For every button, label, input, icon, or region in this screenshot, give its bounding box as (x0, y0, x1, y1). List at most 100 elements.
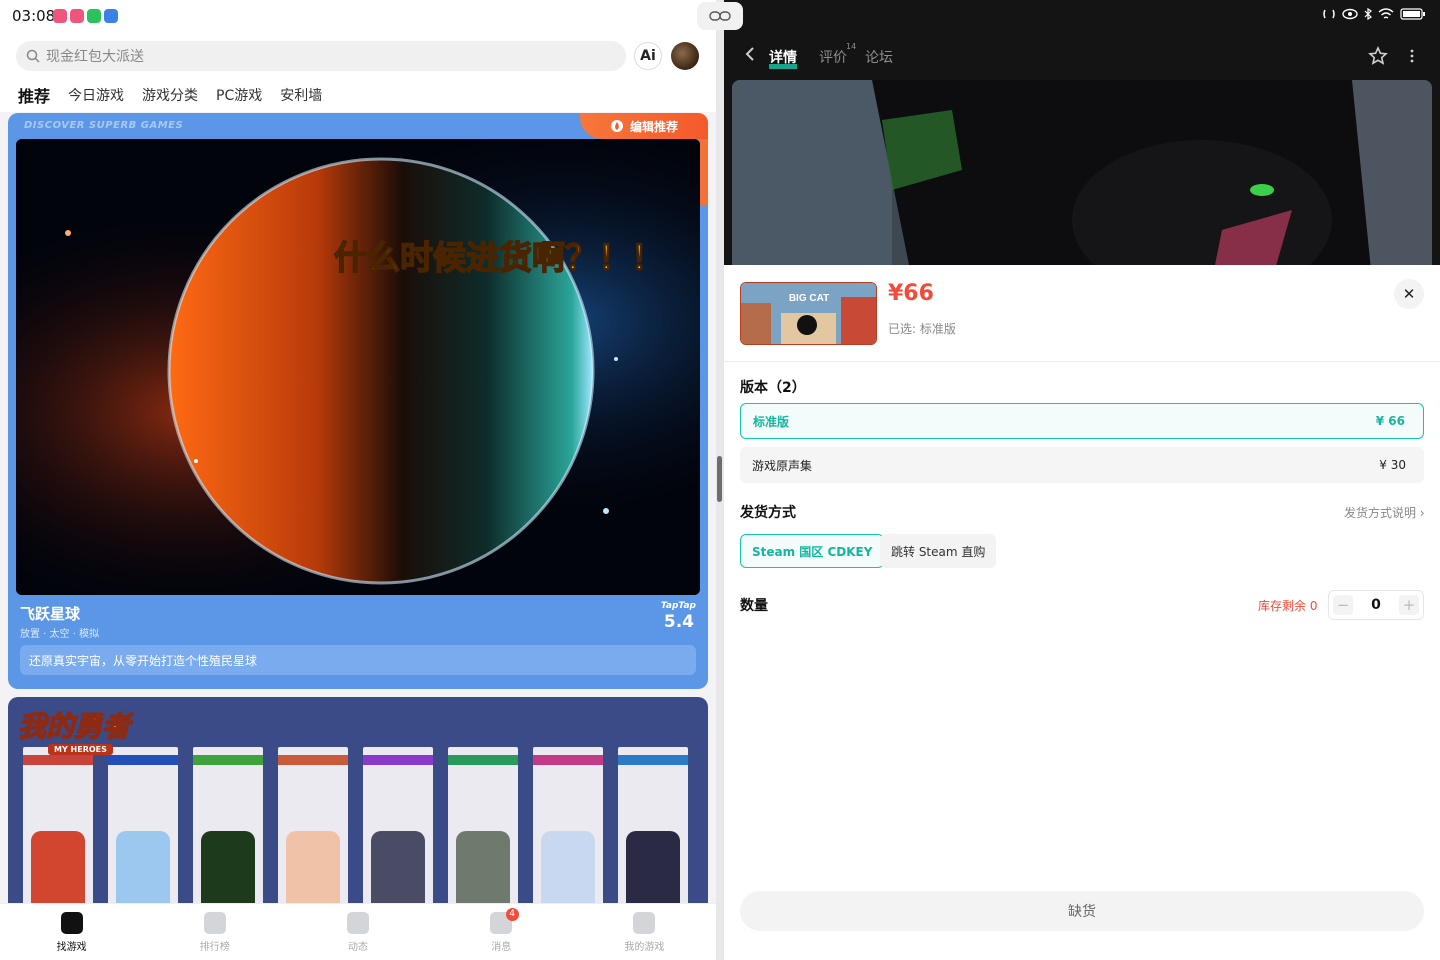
nav-label: 找游戏 (56, 942, 87, 953)
hero-portrait (193, 747, 263, 917)
taptap-icon (60, 912, 83, 934)
tab-reviews[interactable]: 评价 (819, 47, 847, 67)
favorite-star-icon[interactable] (1368, 46, 1388, 66)
app-notification-icon (70, 9, 84, 23)
hero-portrait (618, 747, 688, 917)
divider (724, 361, 1440, 362)
tab-details[interactable]: 详情 (769, 47, 797, 69)
game-notification-icon (104, 9, 118, 23)
nav-my-games[interactable]: 我的游戏 (573, 904, 716, 960)
nav-label: 动态 (348, 942, 368, 953)
tab-forum[interactable]: 论坛 (865, 47, 893, 67)
badge-ribbon (700, 139, 708, 205)
editor-pick-label: 编辑推荐 (629, 119, 678, 134)
back-icon[interactable] (744, 47, 758, 61)
detail-nav: 详情 评价 14 论坛 (724, 38, 1440, 74)
nav-label: 排行榜 (199, 942, 230, 953)
game-detail-header: 详情 评价 14 论坛 (724, 0, 1440, 265)
tab-game-categories[interactable]: 游戏分类 (142, 85, 198, 105)
featured-kicker: DISCOVER SUPERB GAMES (24, 120, 184, 131)
delivery-help-label: 发货方式说明 (1344, 506, 1417, 520)
my-heroes-logo-sub: MY HEROES (48, 744, 113, 755)
delivery-help-link[interactable]: 发货方式说明 › (1344, 504, 1425, 521)
stock-remaining: 库存剩余 0 (1258, 599, 1318, 613)
nav-label: 消息 (491, 942, 512, 953)
quantity-section-title: 数量 (740, 598, 768, 614)
delivery-section-title: 发货方式 (740, 505, 796, 521)
nav-feed[interactable]: 动态 (286, 904, 429, 960)
ranking-icon (203, 912, 226, 934)
game-title: 飞跃星球 (20, 605, 81, 623)
my-heroes-card[interactable]: 我的勇者 MY HEROES (8, 697, 708, 927)
divider-handle[interactable] (717, 456, 722, 502)
avatar[interactable] (671, 42, 699, 70)
nav-label: 我的游戏 (624, 942, 665, 953)
delivery-option-steam-direct[interactable]: 跳转 Steam 直购 (880, 534, 997, 568)
trailer-frame (732, 80, 1432, 265)
status-icons (1322, 8, 1426, 20)
message-badge: 4 (505, 908, 519, 921)
selected-price: ¥66 (888, 281, 934, 306)
close-button[interactable]: ✕ (1394, 279, 1424, 309)
left-pane: 03:08 现金红包大派送 Ai 推荐 今日游戏 游戏分类 PC游戏 安利墙 D… (0, 0, 716, 960)
chevron-right-icon: › (1419, 506, 1425, 520)
tab-recommend-wall[interactable]: 安利墙 (280, 85, 322, 105)
decrement-button[interactable]: − (1333, 595, 1353, 615)
hero-portrait (23, 747, 93, 917)
search-input[interactable]: 现金红包大派送 (16, 41, 626, 71)
hero-portrait (533, 747, 603, 917)
controller-icon (633, 912, 656, 934)
edition-section-title: 版本（2） (740, 380, 806, 396)
more-icon[interactable] (1408, 48, 1416, 64)
hero-portrait (108, 747, 178, 917)
nav-messages[interactable]: 4 消息 (430, 904, 573, 960)
hero-portrait (278, 747, 348, 917)
edition-option-standard[interactable]: 标准版 ¥ 66 (740, 403, 1424, 439)
featured-game-card[interactable]: DISCOVER SUPERB GAMES 编辑推荐 什么时候进货啊？！！ 飞跃… (8, 113, 708, 689)
my-heroes-logo: 我的勇者 (17, 709, 131, 744)
close-icon: ✕ (1402, 285, 1416, 303)
edition-price: ¥ 30 (1379, 458, 1406, 472)
selected-edition-text: 已选: 标准版 (888, 322, 956, 336)
wifi-icon (1378, 8, 1394, 19)
nav-find-games[interactable]: 找游戏 (0, 904, 143, 960)
edition-price: ¥ 66 (1375, 414, 1405, 428)
edition-option-soundtrack[interactable]: 游戏原声集 ¥ 30 (740, 447, 1424, 483)
split-divider[interactable] (716, 0, 724, 960)
nav-rankings[interactable]: 排行榜 (143, 904, 286, 960)
tab-pc-games[interactable]: PC游戏 (216, 85, 262, 105)
eye-icon (1342, 8, 1358, 20)
delivery-option-cdkey[interactable]: Steam 国区 CDKEY (740, 534, 885, 568)
purchase-sheet: BIG CAT ¥66 已选: 标准版 ✕ 版本（2） 标准版 ¥ 66 游戏原… (724, 265, 1440, 960)
quantity-value[interactable]: 0 (1371, 597, 1381, 613)
top-tabs: 推荐 今日游戏 游戏分类 PC游戏 安利墙 (0, 78, 716, 112)
game-tags: 放置 · 太空 · 模拟 (20, 629, 100, 640)
tab-recommend[interactable]: 推荐 (18, 83, 51, 107)
notification-icons (53, 9, 118, 23)
battery-icon (1400, 8, 1425, 20)
tab-today-games[interactable]: 今日游戏 (68, 85, 124, 105)
status-time: 03:08 (12, 7, 56, 25)
right-pane: 详情 评价 14 论坛 BIG CAT ¥66 已选: 标准版 ✕ 版本（2） … (724, 0, 1440, 960)
planet-artwork (16, 139, 700, 595)
hero-portrait (363, 747, 433, 917)
thumbnail-logo-text: BIG CAT (789, 293, 829, 304)
game-description: 还原真实宇宙，从零开始打造个性殖民星球 (20, 645, 696, 675)
search-row: 现金红包大派送 Ai (0, 32, 716, 78)
ai-button[interactable]: Ai (634, 42, 662, 70)
bluetooth-icon (1364, 8, 1372, 20)
edition-name: 标准版 (753, 414, 790, 429)
featured-banner-image[interactable]: 什么时候进货啊？！！ (16, 139, 700, 595)
increment-button[interactable]: + (1399, 595, 1419, 615)
game-trailer-video[interactable] (732, 80, 1432, 265)
out-of-stock-button[interactable]: 缺货 (740, 891, 1424, 931)
hero-portrait (448, 747, 518, 917)
edition-name: 游戏原声集 (752, 458, 813, 473)
link-icon[interactable] (697, 2, 743, 30)
banner-overlay-text: 什么时候进货啊？！！ (333, 237, 665, 278)
status-bar: 03:08 (0, 0, 716, 32)
product-thumbnail: BIG CAT (740, 282, 877, 345)
flame-icon (610, 120, 623, 132)
review-count: 14 (846, 42, 857, 51)
wechat-icon (87, 9, 101, 23)
